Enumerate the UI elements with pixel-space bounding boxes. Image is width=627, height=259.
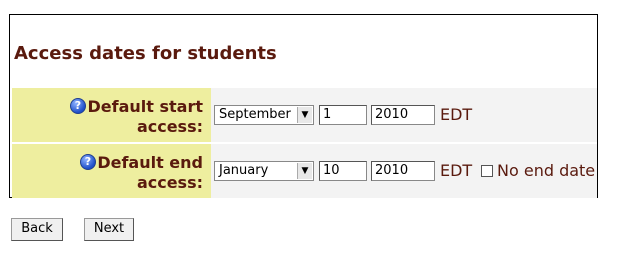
help-icon[interactable]: ? [70,98,86,114]
end-year-input[interactable]: 2010 [371,161,435,181]
end-day-input[interactable]: 10 [319,161,367,181]
section-title: Access dates for students [14,43,277,64]
next-button[interactable]: Next [84,218,134,241]
end-access-label: Default end access: [97,153,203,192]
start-year-input[interactable]: 2010 [371,105,435,125]
back-button[interactable]: Back [11,218,63,241]
start-access-row: ? Default start access: September ▼ 1 20… [12,88,597,142]
end-label-cell: ? Default end access: [12,144,211,198]
help-icon[interactable]: ? [80,154,96,170]
end-month-select[interactable]: January ▼ [214,161,314,181]
start-day-input[interactable]: 1 [319,105,367,125]
start-label-cell: ? Default start access: [12,88,211,142]
start-month-select[interactable]: September ▼ [214,105,314,125]
end-timezone: EDT [440,161,473,180]
end-fields-cell: January ▼ 10 2010 EDT No end date [211,144,597,198]
start-timezone: EDT [440,105,473,124]
end-access-row: ? Default end access: January ▼ 10 2010 … [12,144,597,198]
start-access-label: Default start access: [87,97,204,136]
chevron-down-icon: ▼ [297,163,312,179]
access-dates-panel: Access dates for students ? Default star… [9,14,598,198]
chevron-down-icon: ▼ [297,107,312,123]
no-end-date-label[interactable]: No end date [497,161,595,181]
no-end-date-checkbox[interactable] [481,165,493,177]
start-fields-cell: September ▼ 1 2010 EDT [211,88,597,142]
